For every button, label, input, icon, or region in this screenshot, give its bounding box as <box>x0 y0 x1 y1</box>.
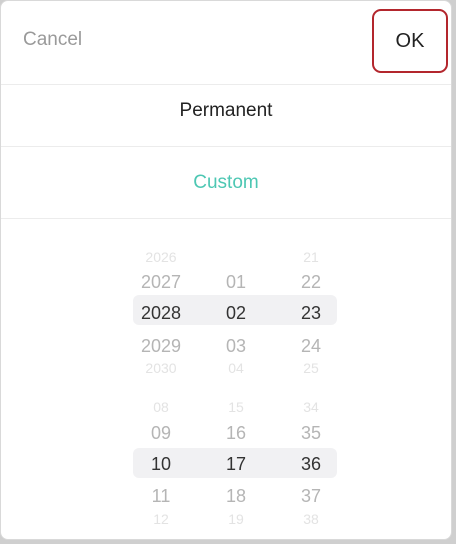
hour-value[interactable]: 09 <box>131 423 191 444</box>
month-value-selected[interactable]: 02 <box>206 303 266 324</box>
second-value[interactable]: 38 <box>281 511 341 527</box>
day-value[interactable]: 24 <box>281 336 341 357</box>
month-value[interactable]: 04 <box>206 360 266 376</box>
date-picker[interactable]: 2026 21 2027 01 22 2028 02 23 2029 03 24… <box>1 246 451 376</box>
time-row: 08 15 34 <box>1 399 451 421</box>
second-value[interactable]: 34 <box>281 399 341 415</box>
second-value[interactable]: 35 <box>281 423 341 444</box>
minute-value[interactable]: 18 <box>206 486 266 507</box>
time-row-selected: 10 17 36 <box>1 454 451 476</box>
custom-option[interactable]: Custom <box>1 147 451 219</box>
month-value[interactable]: 01 <box>206 272 266 293</box>
month-value[interactable]: 03 <box>206 336 266 357</box>
minute-value[interactable]: 19 <box>206 511 266 527</box>
day-value[interactable]: 21 <box>281 249 341 265</box>
expiry-picker-sheet: Cancel OK Permanent Custom 2026 21 2027 … <box>0 0 452 540</box>
minute-value-selected[interactable]: 17 <box>206 454 266 475</box>
date-row: 2029 03 24 <box>1 336 451 358</box>
year-value-selected[interactable]: 2028 <box>131 303 191 324</box>
minute-value[interactable]: 15 <box>206 399 266 415</box>
permanent-option[interactable]: Permanent <box>1 75 451 147</box>
day-value[interactable]: 25 <box>281 360 341 376</box>
date-row-selected: 2028 02 23 <box>1 303 451 325</box>
date-row: 2027 01 22 <box>1 272 451 294</box>
year-value[interactable]: 2030 <box>131 360 191 376</box>
day-value[interactable]: 22 <box>281 272 341 293</box>
hour-value-selected[interactable]: 10 <box>131 454 191 475</box>
time-row: 12 19 38 <box>1 511 451 533</box>
minute-value[interactable]: 16 <box>206 423 266 444</box>
year-value[interactable]: 2027 <box>131 272 191 293</box>
sheet-header: Cancel OK <box>1 1 451 85</box>
hour-value[interactable]: 12 <box>131 511 191 527</box>
time-row: 09 16 35 <box>1 423 451 445</box>
time-picker[interactable]: 08 15 34 09 16 35 10 17 36 11 18 37 12 1… <box>1 391 451 531</box>
second-value-selected[interactable]: 36 <box>281 454 341 475</box>
hour-value[interactable]: 08 <box>131 399 191 415</box>
date-row: 2026 21 <box>1 249 451 271</box>
date-row: 2030 04 25 <box>1 360 451 382</box>
day-value-selected[interactable]: 23 <box>281 303 341 324</box>
cancel-button[interactable]: Cancel <box>23 29 82 51</box>
time-row: 11 18 37 <box>1 486 451 508</box>
year-value[interactable]: 2026 <box>131 249 191 265</box>
second-value[interactable]: 37 <box>281 486 341 507</box>
year-value[interactable]: 2029 <box>131 336 191 357</box>
ok-button[interactable]: OK <box>372 9 448 73</box>
hour-value[interactable]: 11 <box>131 486 191 507</box>
